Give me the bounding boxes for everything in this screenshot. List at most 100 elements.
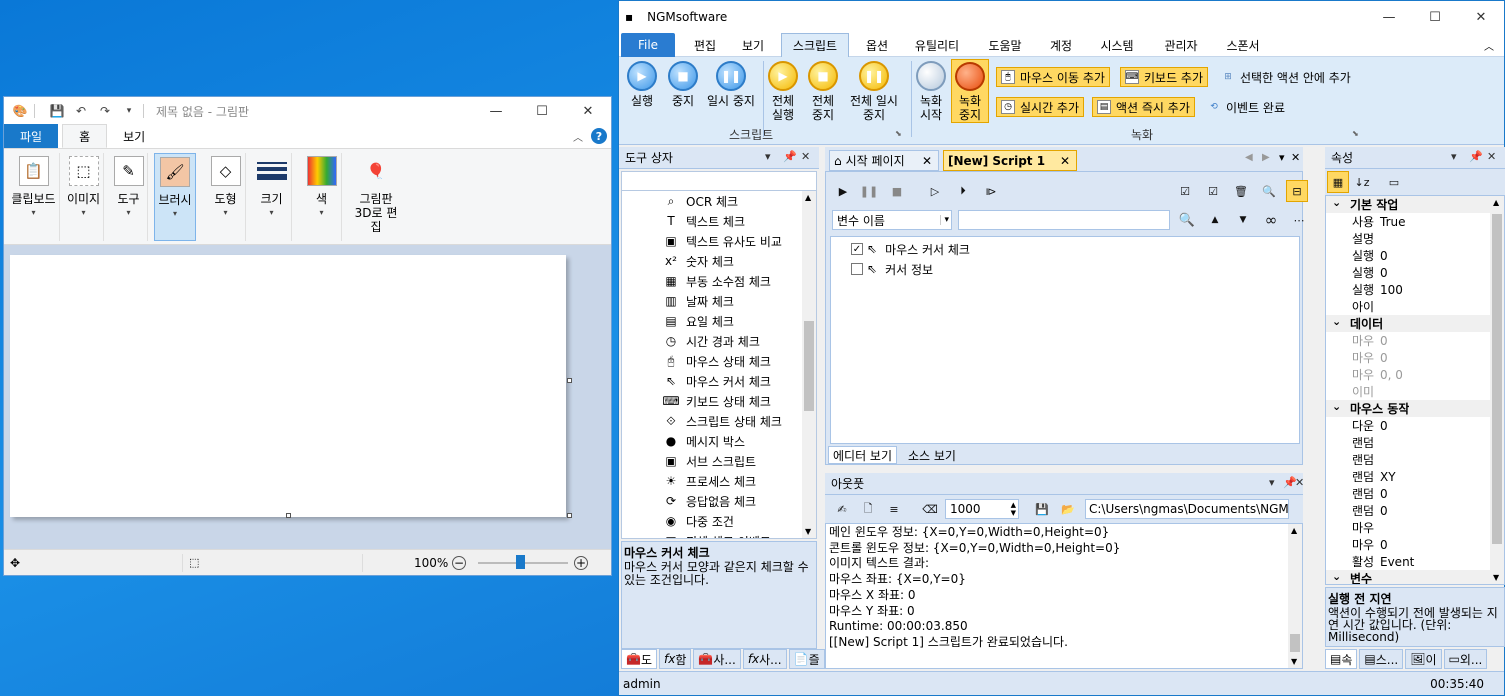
- stop-button[interactable]: ■ 중지: [665, 61, 701, 108]
- maximize-button[interactable]: ☐: [519, 97, 565, 125]
- property-row[interactable]: 랜덤 미니: [1326, 451, 1504, 468]
- property-row[interactable]: 이미지 텍: [1326, 383, 1504, 400]
- close-button[interactable]: ✕: [565, 97, 611, 125]
- pause-icon[interactable]: ❚❚: [858, 180, 880, 202]
- menu-file[interactable]: File: [621, 33, 675, 57]
- eraser-icon[interactable]: ⌫: [919, 498, 941, 520]
- all-pause-button[interactable]: ❚❚ 전체 일시 중지: [845, 61, 903, 122]
- zoom-out-button[interactable]: −: [452, 555, 466, 570]
- toolbox-item[interactable]: ◷ 시간 경과 체크: [662, 331, 760, 351]
- menu-sponsor[interactable]: 스폰서: [1215, 33, 1271, 57]
- find-icon[interactable]: 🔍: [1258, 180, 1280, 202]
- record-stop-button[interactable]: 녹화 중지: [951, 59, 989, 123]
- list-icon[interactable]: ≡: [883, 498, 905, 520]
- variable-name-select[interactable]: 변수 이름 ▾: [832, 210, 952, 230]
- toolbox-item[interactable]: T 텍스트 체크: [662, 211, 745, 231]
- pause-button[interactable]: ❚❚ 일시 중지: [705, 61, 757, 108]
- property-row[interactable]: 활성 모드Event: [1326, 553, 1504, 570]
- property-row[interactable]: 랜덤 적용XY: [1326, 468, 1504, 485]
- property-row[interactable]: 마우스 X0: [1326, 332, 1504, 349]
- tab-editor-view[interactable]: 에디터 보기: [828, 446, 898, 464]
- tab-file[interactable]: 파일: [4, 124, 59, 148]
- paint3d-button[interactable]: 🎈 그림판 3D로 편집: [348, 153, 404, 241]
- toolbox-item[interactable]: ⟳ 응답없음 체크: [662, 491, 756, 511]
- property-row[interactable]: 마우스 좌0, 0: [1326, 366, 1504, 383]
- toolbox-item[interactable]: ▣ 서브 스크립트: [662, 451, 756, 471]
- toolbox-item[interactable]: ◉ 다중 조건: [662, 511, 734, 531]
- property-row[interactable]: 랜덤 지연0: [1326, 485, 1504, 502]
- property-value[interactable]: True: [1374, 215, 1504, 229]
- save-icon[interactable]: 💾: [49, 103, 65, 119]
- tree-item[interactable]: ✓ ⇖ 마우스 커서 체크: [851, 240, 970, 258]
- move-down-icon[interactable]: ▼: [1232, 209, 1254, 231]
- ngm-close-button[interactable]: ✕: [1458, 1, 1504, 33]
- dialog-launcher-icon[interactable]: ⬊: [895, 129, 902, 138]
- add-action-now-button[interactable]: ▤ 액션 즉시 추가: [1092, 97, 1195, 117]
- image-button[interactable]: ⬚ 이미지 ▾: [64, 153, 104, 241]
- property-value[interactable]: Event: [1374, 555, 1504, 569]
- save-icon[interactable]: 💾: [1031, 498, 1053, 520]
- tab-image[interactable]: 🖼 이: [1405, 649, 1442, 669]
- all-play-button[interactable]: ▶ 전체 실행: [767, 61, 799, 122]
- property-value[interactable]: 0: [1374, 504, 1504, 518]
- property-row[interactable]: 마우스 Y0: [1326, 349, 1504, 366]
- tab-favorites[interactable]: 📄 즐: [788, 649, 825, 669]
- sort-alpha-icon[interactable]: ↓z: [1351, 171, 1373, 193]
- step-into-icon[interactable]: ⏵: [952, 180, 974, 202]
- all-stop-button[interactable]: ■ 전체 중지: [807, 61, 839, 122]
- add-keyboard-button[interactable]: ⌨ 키보드 추가: [1120, 67, 1209, 87]
- categorized-icon[interactable]: ▦: [1327, 171, 1349, 193]
- menu-account[interactable]: 계정: [1039, 33, 1083, 57]
- menu-admin[interactable]: 관리자: [1153, 33, 1209, 57]
- menu-utility[interactable]: 유틸리티: [905, 33, 969, 57]
- property-value[interactable]: 0: [1374, 334, 1504, 348]
- loop-icon[interactable]: ∞: [1260, 209, 1282, 231]
- tools-button[interactable]: ✎ 도구 ▾: [110, 153, 148, 241]
- property-value[interactable]: 0: [1374, 419, 1504, 433]
- toolbox-item[interactable]: ⟐ 스크립트 상태 체크: [662, 411, 782, 431]
- property-row[interactable]: 아이디: [1326, 298, 1504, 315]
- minimize-button[interactable]: —: [473, 97, 519, 125]
- property-category[interactable]: ⌄ 변수: [1326, 570, 1504, 584]
- run-icon[interactable]: ▶: [832, 180, 854, 202]
- property-row[interactable]: 실행 후0: [1326, 264, 1504, 281]
- menu-help[interactable]: 도움말: [979, 33, 1031, 57]
- uncheck-icon[interactable]: ☑: [1202, 180, 1224, 202]
- menu-options[interactable]: 옵션: [855, 33, 899, 57]
- move-up-icon[interactable]: ▲: [1204, 209, 1226, 231]
- property-category[interactable]: ⌄ 마우스 동작: [1326, 400, 1504, 417]
- brush-button[interactable]: 🖌 브러시 ▾: [154, 153, 196, 241]
- search-icon[interactable]: 🔍: [1176, 209, 1198, 231]
- toolbox-item[interactable]: ☀ 프로세스 체크: [662, 471, 756, 491]
- property-value[interactable]: 0: [1374, 538, 1504, 552]
- collapse-ribbon-icon[interactable]: ︿: [1484, 38, 1494, 53]
- scroll-left-icon[interactable]: ◀: [1245, 152, 1253, 163]
- scroll-right-icon[interactable]: ▶: [1262, 152, 1270, 163]
- property-row[interactable]: 설명: [1326, 230, 1504, 247]
- toolbox-item[interactable]: x² 숫자 체크: [662, 251, 734, 271]
- size-button[interactable]: 크기 ▾: [252, 153, 292, 241]
- property-category[interactable]: ⌄ 데이터: [1326, 315, 1504, 332]
- tab-user-2[interactable]: fx 사...: [742, 649, 787, 669]
- resize-handle-right[interactable]: [567, 378, 572, 383]
- property-scrollbar[interactable]: ▲ ▼: [1490, 196, 1504, 584]
- toolbox-item[interactable]: 🖰 마우스 상태 체크: [662, 351, 771, 371]
- zoom-in-button[interactable]: +: [574, 555, 588, 570]
- tab-start-page[interactable]: ⌂ 시작 페이지 ✕: [829, 150, 939, 171]
- tab-source-view[interactable]: 소스 보기: [904, 446, 960, 464]
- property-value[interactable]: 0: [1374, 351, 1504, 365]
- redo-icon[interactable]: ↷: [97, 103, 113, 119]
- system-menu-icon[interactable]: ▪: [625, 10, 633, 24]
- collapse-icon[interactable]: ⌄: [1332, 196, 1341, 209]
- dropdown-icon[interactable]: ▾: [765, 150, 771, 163]
- property-value[interactable]: XY: [1374, 470, 1504, 484]
- dropdown-icon[interactable]: ▾: [1279, 151, 1285, 164]
- output-path-input[interactable]: C:\Users\ngmas\Documents\NGM6\: [1085, 499, 1289, 519]
- property-category[interactable]: ⌄ 기본 작업: [1326, 196, 1504, 213]
- close-icon[interactable]: ✕: [922, 154, 932, 168]
- more-icon[interactable]: ⋯: [1288, 209, 1310, 231]
- property-value[interactable]: 0: [1374, 487, 1504, 501]
- toolbox-item[interactable]: ▣ 텍스트 유사도 비교: [662, 231, 782, 251]
- menu-edit[interactable]: 편집: [683, 33, 727, 57]
- zoom-slider-thumb[interactable]: [516, 555, 525, 569]
